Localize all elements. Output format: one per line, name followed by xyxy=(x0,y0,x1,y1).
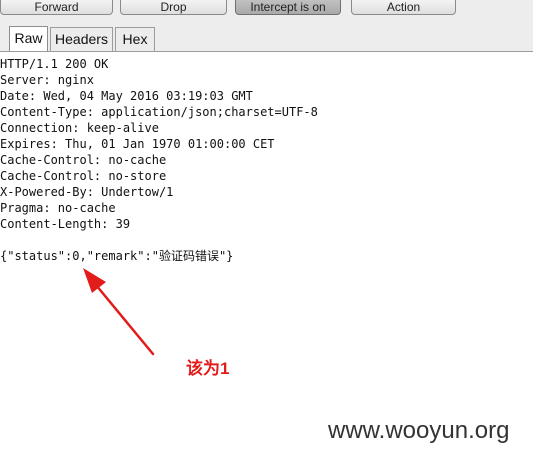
site-watermark: www.wooyun.org xyxy=(328,417,510,444)
annotation-arrow xyxy=(83,268,155,356)
annotation-note: 该为1 xyxy=(186,359,230,378)
